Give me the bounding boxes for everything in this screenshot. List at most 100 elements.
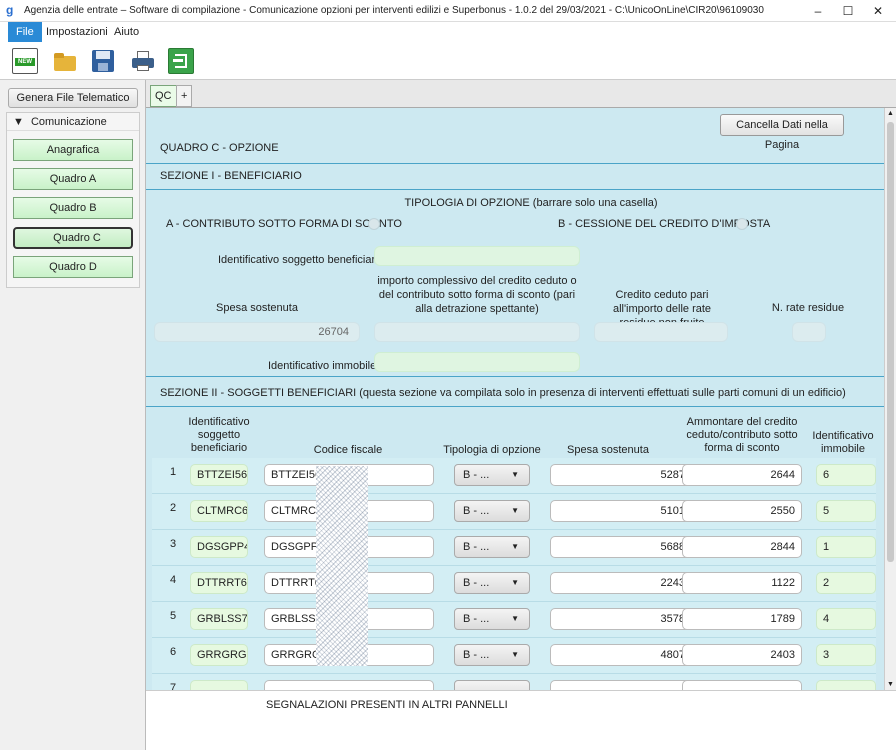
dropdown-arrow-icon: ▼ [511,542,519,551]
sidebar-item-quadro-c[interactable]: Quadro C [13,227,133,249]
row-tipologia-select[interactable]: B - ... ▼ [454,608,530,630]
row-id-field[interactable]: GRBLSS7 [190,608,248,630]
row-immobile-field[interactable]: 6 [816,464,876,486]
row-ammontare-field[interactable]: 2403 [682,644,802,666]
maximize-button[interactable]: ☐ [838,2,858,20]
row-ammontare-field[interactable]: 1122 [682,572,802,594]
row-ammontare-field[interactable]: 2844 [682,536,802,558]
option-a-radio[interactable] [368,218,380,230]
vertical-scrollbar[interactable]: ▲ ▼ [884,108,896,690]
menu-aiuto[interactable]: Aiuto [106,22,147,42]
col-header-id: Identificativo soggetto beneficiario [188,416,250,454]
collapse-triangle-icon: ▼ [13,116,24,128]
row-number: 7 [170,682,177,690]
col-header-ammontare: Ammontare del credito ceduto/contributo … [686,416,798,454]
row-id-field[interactable]: DTTRRT6 [190,572,248,594]
row-id-field[interactable]: DGSGPP4 [190,536,248,558]
tab-qc[interactable]: QC [150,85,177,107]
row-immobile-field[interactable]: 3 [816,644,876,666]
col-header-immobile: Identificativo immobile [812,430,874,455]
row-spesa-field[interactable]: 5287 [550,464,692,486]
close-button[interactable]: ✕ [868,2,888,20]
row-tipologia-value: B - ... [463,577,490,589]
segnalazioni-title: SEGNALAZIONI PRESENTI IN ALTRI PANNELLI [266,699,508,711]
row-number: 4 [170,574,177,586]
table-row: 3 DGSGPP4 DGSGPP4 B - ... ▼ 5688 2844 1 [152,530,876,566]
row-immobile-field[interactable]: 5 [816,500,876,522]
id-soggetto-field[interactable] [374,246,580,266]
dropdown-arrow-icon: ▼ [511,470,519,479]
row-ammontare-field[interactable] [682,680,802,690]
nrate-label: N. rate residue [771,302,845,314]
row-tipologia-select[interactable] [454,680,530,690]
row-spesa-field[interactable]: 2243 [550,572,692,594]
row-immobile-field[interactable] [816,680,876,690]
row-id-field[interactable]: BTTZEI56 [190,464,248,486]
table-row: 6 GRRGRG GRRGRG5 B - ... ▼ 4807 2403 3 [152,638,876,674]
row-ammontare-field[interactable]: 2644 [682,464,802,486]
row-id-field[interactable] [190,680,248,690]
importo-field[interactable] [374,322,580,342]
row-immobile-field[interactable]: 2 [816,572,876,594]
row-number: 3 [170,538,177,550]
option-b-radio[interactable] [736,218,748,230]
row-id-field[interactable]: CLTMRC6 [190,500,248,522]
row-tipologia-select[interactable]: B - ... ▼ [454,500,530,522]
toolbar: NEW [0,42,896,80]
clear-page-button[interactable]: Cancella Dati nella Pagina [720,114,844,151]
row-id-field[interactable]: GRRGRG [190,644,248,666]
row-spesa-field[interactable]: 5101 [550,500,692,522]
new-file-label: NEW [15,58,35,66]
print-icon[interactable] [130,48,156,74]
row-tipologia-select[interactable]: B - ... ▼ [454,644,530,666]
row-tipologia-select[interactable]: B - ... ▼ [454,572,530,594]
sidebar-item-quadro-a[interactable]: Quadro A [13,168,133,190]
row-spesa-field[interactable]: 4807 [550,644,692,666]
open-folder-icon[interactable] [52,48,78,74]
row-tipologia-select[interactable]: B - ... ▼ [454,536,530,558]
row-ammontare-field[interactable]: 1789 [682,608,802,630]
quadro-title: QUADRO C - OPZIONE [160,142,279,154]
redacted-area [316,466,368,666]
comunicazione-header[interactable]: ▼ Comunicazione [7,113,139,131]
credito-field[interactable] [594,322,728,342]
scrollbar-thumb[interactable] [887,122,894,562]
sidebar-item-quadro-b[interactable]: Quadro B [13,197,133,219]
generate-file-button[interactable]: Genera File Telematico [8,88,138,108]
menu-impostazioni[interactable]: Impostazioni [38,22,116,42]
col-header-tipologia: Tipologia di opzione [443,444,541,456]
row-tipologia-select[interactable]: B - ... ▼ [454,464,530,486]
row-number: 5 [170,610,177,622]
spesa-field[interactable]: 26704 [154,322,360,342]
row-tipologia-value: B - ... [463,541,490,553]
row-spesa-field[interactable]: 5688 [550,536,692,558]
dropdown-arrow-icon: ▼ [511,650,519,659]
row-cf-field[interactable] [264,680,434,690]
sidebar-item-anagrafica[interactable]: Anagrafica [13,139,133,161]
minimize-button[interactable]: – [808,2,828,20]
row-tipologia-value: B - ... [463,613,490,625]
dropdown-arrow-icon: ▼ [511,578,519,587]
row-spesa-field[interactable] [550,680,692,690]
spesa-label: Spesa sostenuta [216,302,298,314]
row-ammontare-field[interactable]: 2550 [682,500,802,522]
row-spesa-field[interactable]: 3578 [550,608,692,630]
divider [146,406,884,407]
table-row: 4 DTTRRT6 DTTRRT61 B - ... ▼ 2243 1122 2 [152,566,876,602]
menu-file[interactable]: File [8,22,42,42]
sidebar-item-quadro-d[interactable]: Quadro D [13,256,133,278]
scroll-down-icon[interactable]: ▼ [887,681,894,688]
row-immobile-field[interactable]: 1 [816,536,876,558]
new-file-icon[interactable]: NEW [12,48,38,74]
save-icon[interactable] [90,48,116,74]
exit-icon[interactable] [168,48,194,74]
comunicazione-title: Comunicazione [30,116,107,128]
nrate-field[interactable] [792,322,826,342]
row-tipologia-value: B - ... [463,649,490,661]
scroll-up-icon[interactable]: ▲ [887,110,894,117]
table-row: 5 GRBLSS7 GRBLSS71 B - ... ▼ 3578 1789 4 [152,602,876,638]
row-immobile-field[interactable]: 4 [816,608,876,630]
id-immobile-field[interactable] [374,352,580,372]
tab-add[interactable]: + [176,85,193,107]
col-header-cf: Codice fiscale [313,444,383,456]
